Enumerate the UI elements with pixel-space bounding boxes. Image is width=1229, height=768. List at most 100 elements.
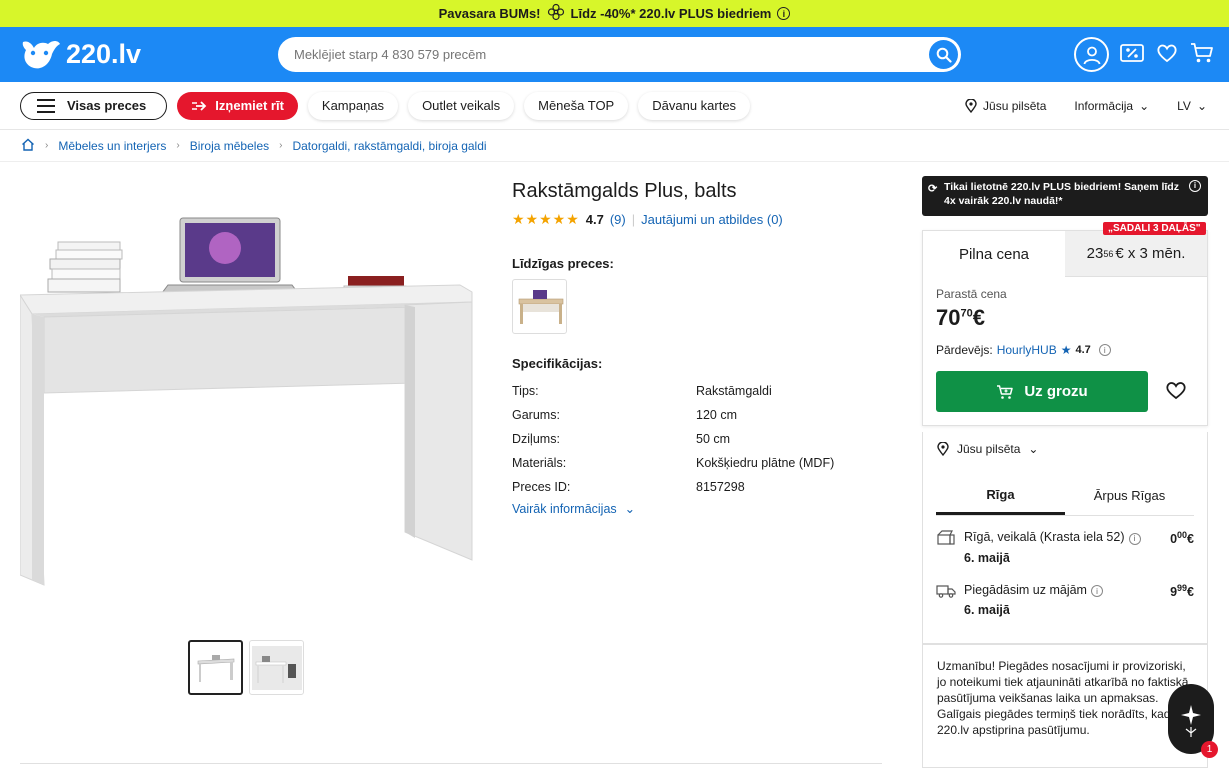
chevron-down-icon: ⌄: [624, 502, 636, 516]
thumbnail-1[interactable]: [188, 640, 243, 695]
delivery-price: 000€: [1170, 530, 1194, 565]
price-card: Pilna cena „SADALI 3 DAĻĀS" 23 56 € x 3 m…: [922, 222, 1208, 426]
main-nav: Visas preces Izņemiet rīt Kampaņas Outle…: [0, 82, 1229, 130]
similar-products-heading: Līdzīgas preces:: [512, 256, 614, 271]
pickup-tomorrow-button[interactable]: Izņemiet rīt: [177, 91, 298, 120]
logo[interactable]: 220.lv: [20, 38, 280, 72]
info-icon[interactable]: i: [1098, 344, 1111, 356]
tab-installments[interactable]: „SADALI 3 DAĻĀS" 23 56 € x 3 mēn.: [1065, 222, 1207, 277]
seller-row: Pārdevējs: HourlyHUB ★ 4.7 i: [936, 343, 1207, 357]
all-products-button[interactable]: Visas preces: [20, 91, 168, 120]
language-dropdown[interactable]: LV ⌄: [1177, 99, 1207, 113]
delivery-city-label: Jūsu pilsēta: [957, 442, 1021, 456]
spec-key: Preces ID:: [512, 480, 571, 494]
spec-value: 120 cm: [696, 408, 737, 422]
nav-campaigns[interactable]: Kampaņas: [307, 91, 399, 120]
product-info: Rakstāmgalds Plus, balts ★★★★★ 4.7 (9) |…: [512, 180, 872, 516]
cart-row: Uz grozu: [936, 371, 1207, 412]
pickup-label: Izņemiet rīt: [215, 98, 284, 113]
discount-icon[interactable]: [1119, 41, 1145, 68]
header-icons: [1074, 37, 1215, 72]
spec-value: 8157298: [696, 480, 745, 494]
search-bar: [278, 37, 961, 72]
delivery-city-selector[interactable]: Jūsu pilsēta ⌄: [937, 442, 1207, 456]
tab-riga[interactable]: Rīga: [936, 476, 1065, 515]
delivery-option-label: Rīgā, veikalā (Krasta iela 52): [964, 530, 1125, 544]
fast-arrow-icon: [192, 100, 207, 111]
chevron-right-icon: ›: [45, 140, 49, 151]
specifications-table: Tips: Rakstāmgaldi Garums: 120 cm Dziļums:…: [512, 379, 872, 499]
delivery-price-int: 0: [1170, 532, 1178, 547]
account-button[interactable]: [1074, 37, 1109, 72]
city-selector[interactable]: Jūsu pilsēta: [965, 99, 1046, 113]
location-pin-icon: [937, 442, 949, 456]
app-icon: ⟳: [928, 183, 938, 195]
installment-dec: 56: [1103, 248, 1114, 259]
breadcrumb-link[interactable]: Mēbeles un interjers: [58, 139, 166, 153]
delivery-price-int: 9: [1170, 584, 1178, 599]
spec-row: Tips: Rakstāmgaldi: [512, 379, 872, 403]
info-icon[interactable]: i: [1128, 532, 1141, 545]
thumbnail-strip: [188, 640, 304, 695]
chat-notification-badge: 1: [1201, 741, 1218, 758]
reviews-link[interactable]: (9): [610, 212, 626, 227]
breadcrumb-link[interactable]: Biroja mēbeles: [190, 139, 269, 153]
seller-link[interactable]: HourlyHUB: [997, 343, 1057, 357]
nav-outlet[interactable]: Outlet veikals: [408, 91, 515, 120]
price: 7070€: [936, 305, 1207, 331]
more-info-link[interactable]: Vairāk informācijas ⌄: [512, 501, 872, 517]
similar-product-thumbnail[interactable]: [512, 279, 567, 334]
add-to-cart-button[interactable]: Uz grozu: [936, 371, 1148, 412]
spec-key: Tips:: [512, 384, 539, 398]
info-label: Informācija: [1074, 99, 1134, 113]
home-icon[interactable]: [21, 138, 35, 154]
more-info-label: Vairāk informācijas: [512, 501, 617, 516]
delivery-warning: Uzmanību! Piegādes nosacījumi ir provizo…: [922, 644, 1208, 768]
header: 220.lv: [0, 27, 1229, 82]
divider: |: [631, 212, 636, 227]
info-icon[interactable]: i: [1090, 585, 1103, 597]
breadcrumb-link[interactable]: Datorgaldi, rakstāmgaldi, biroja galdi: [292, 139, 486, 153]
delivery-option-text: Piegādāsim uz mājām i 6. maijā: [964, 583, 1170, 617]
chevron-right-icon: ›: [176, 140, 180, 151]
cart-icon: [997, 384, 1014, 399]
search-icon: [936, 47, 952, 63]
promo-bar[interactable]: Pavasara BUMs! Līdz -40%* 220.lv PLUS bi…: [0, 0, 1229, 27]
info-dropdown[interactable]: Informācija ⌄: [1074, 99, 1149, 113]
tab-outside-riga[interactable]: Ārpus Rīgas: [1065, 476, 1194, 515]
menu-icon: [37, 98, 55, 113]
spec-row: Preces ID: 8157298: [512, 475, 872, 499]
spec-key: Dziļums:: [512, 432, 560, 446]
spec-value: Rakstāmgaldi: [696, 384, 772, 398]
cart-icon[interactable]: [1189, 41, 1215, 68]
product-main-image[interactable]: [19, 180, 475, 600]
qa-link[interactable]: Jautājumi un atbildes (0): [641, 212, 783, 227]
product-title: Rakstāmgalds Plus, balts: [512, 180, 737, 202]
nav-month-top[interactable]: Mēneša TOP: [524, 91, 629, 120]
installment-badge: „SADALI 3 DAĻĀS": [1103, 222, 1206, 235]
bird-logo-icon: [22, 40, 60, 68]
thumbnail-2[interactable]: [249, 640, 304, 695]
tab-full-price[interactable]: Pilna cena: [923, 231, 1065, 277]
plus-app-banner[interactable]: ⟳ Tikai lietotnē 220.lv PLUS biedriem! S…: [922, 176, 1208, 216]
star-rating-icon: ★★★★★: [512, 211, 580, 227]
spec-value: Kokšķiedru plātne (MDF): [696, 456, 835, 470]
seller-rating: 4.7: [1075, 344, 1091, 356]
add-to-cart-label: Uz grozu: [1024, 383, 1088, 400]
search-button[interactable]: [929, 40, 958, 69]
breadcrumb: › Mēbeles un interjers › Biroja mēbeles …: [0, 130, 1229, 162]
heart-icon[interactable]: [1155, 41, 1179, 68]
info-icon[interactable]: i: [777, 7, 791, 20]
info-icon[interactable]: i: [1189, 180, 1201, 192]
spec-value: 50 cm: [696, 432, 731, 446]
user-icon: [1083, 46, 1100, 64]
delivery-price-dec: 99: [1177, 582, 1188, 593]
chevron-down-icon: ⌄: [1028, 442, 1039, 456]
wishlist-heart-icon[interactable]: [1164, 379, 1188, 404]
all-products-label: Visas preces: [67, 98, 147, 113]
search-input[interactable]: [294, 47, 894, 62]
nav-gift-cards[interactable]: Dāvanu kartes: [638, 91, 751, 120]
spec-row: Dziļums: 50 cm: [512, 427, 872, 451]
delivery-option-text: Rīgā, veikalā (Krasta iela 52) i 6. maijā: [964, 530, 1170, 565]
plus-banner-text: Tikai lietotnē 220.lv PLUS biedriem! Saņ…: [944, 181, 1179, 207]
